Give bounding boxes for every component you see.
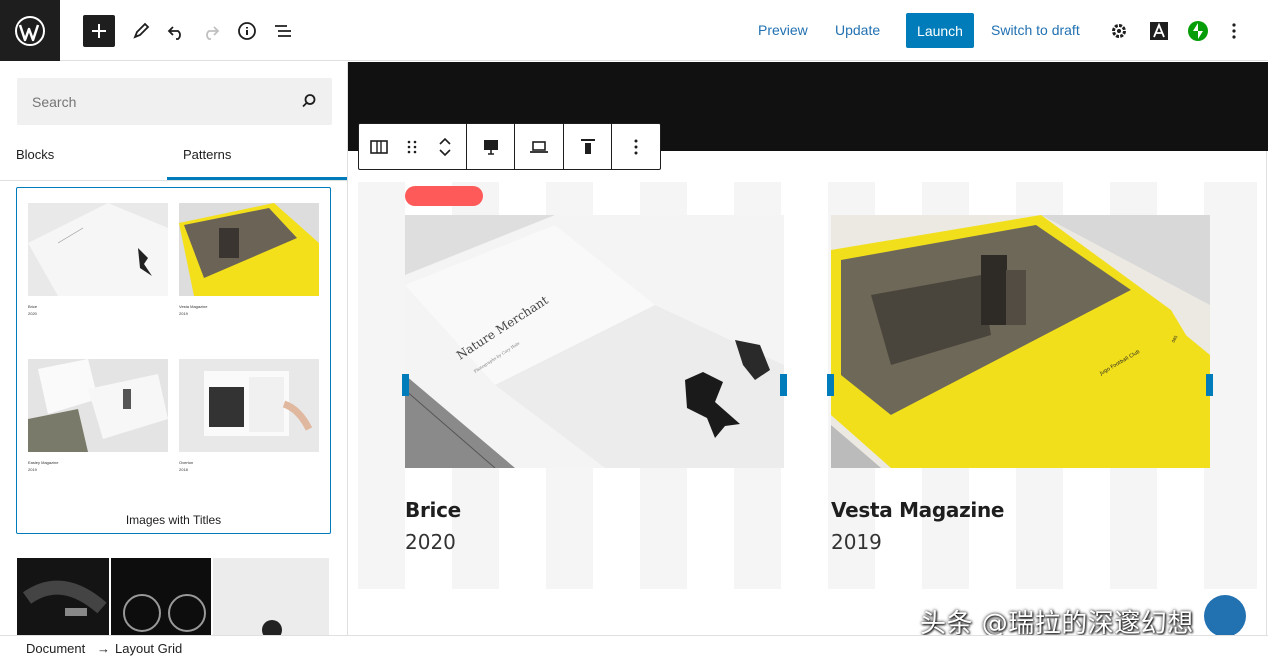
red-pill-badge [405,186,483,206]
resize-handle-left[interactable] [402,374,409,396]
add-block-icon[interactable] [83,15,115,47]
pattern-preview-next[interactable] [17,558,329,635]
pencil-icon[interactable] [125,15,157,47]
breadcrumb: Document → Layout Grid [0,635,1268,659]
launch-button[interactable]: Launch [906,13,974,48]
pattern-thumb-year: 2018 [179,467,188,472]
desktop-view-icon[interactable] [479,124,503,169]
list-view-icon[interactable] [267,15,299,47]
pattern-thumb-title: Easley Magazine [28,460,59,465]
resize-handle-right[interactable] [1206,374,1213,396]
more-vertical-icon[interactable] [1218,15,1250,47]
block-toolbar [358,123,661,170]
tab-divider [0,180,347,181]
laptop-view-icon[interactable] [527,124,551,169]
drag-handle-icon[interactable] [400,124,424,169]
grid-item-title[interactable]: Vesta Magazine [831,498,1004,522]
editor-top-bar: Preview Update Launch Switch to draft [0,0,1268,61]
pattern-images-with-titles[interactable]: Brice 2020 Vesta Magazine 2019 Easley Ma… [16,187,331,534]
preview-button[interactable]: Preview [758,22,808,38]
resize-handle-left[interactable] [827,374,834,396]
update-button[interactable]: Update [835,22,880,38]
gear-icon[interactable] [1103,15,1135,47]
pattern-title: Images with Titles [125,513,222,527]
resize-handle-right[interactable] [780,374,787,396]
typography-icon[interactable] [1143,15,1175,47]
pattern-thumb-image [179,359,319,452]
redo-icon[interactable] [195,15,227,47]
tab-patterns[interactable]: Patterns [167,147,347,181]
grid-item-image[interactable]: Jugo Football Club 085 [831,215,1210,468]
info-icon[interactable] [231,15,263,47]
block-inserter-panel: Blocks Patterns Brice 2020 Vesta Magazin… [0,62,348,635]
grid-item-year[interactable]: 2019 [831,530,882,554]
breadcrumb-document[interactable]: Document [26,641,85,656]
tab-blocks[interactable]: Blocks [16,147,54,181]
pattern-thumb-year: 2019 [28,467,37,472]
pattern-thumb-title: Vesta Magazine [179,304,208,309]
search-input[interactable] [17,78,297,125]
switch-to-draft-button[interactable]: Switch to draft [991,22,1080,38]
pattern-thumb-image [28,359,168,452]
pattern-thumb-title: Overton [179,460,194,465]
move-up-down-icon[interactable] [433,124,457,169]
pattern-thumb-year: 2020 [28,311,37,316]
breadcrumb-layout-grid[interactable]: Layout Grid [115,641,182,656]
editor-canvas: Nature Merchant Photographs by Cory Hale… [348,62,1268,635]
help-chat-button[interactable] [1204,595,1246,635]
jetpack-icon[interactable] [1182,15,1214,47]
undo-icon[interactable] [160,15,192,47]
search-icon [302,94,316,108]
grid-item-title[interactable]: Brice [405,498,461,522]
grid-item-year[interactable]: 2020 [405,530,456,554]
pattern-thumb-image [179,203,319,296]
breadcrumb-separator-icon: → [97,641,110,656]
pattern-thumb-image [28,203,168,296]
grid-item-image[interactable]: Nature Merchant Photographs by Cory Hale [405,215,784,468]
columns-icon[interactable] [367,124,391,169]
align-top-icon[interactable] [576,124,600,169]
grid-column-guide [358,182,405,589]
pattern-thumb-title: Brice [28,304,38,309]
search-field[interactable] [17,78,332,125]
more-options-icon[interactable] [624,124,648,169]
wordpress-logo-icon[interactable] [0,0,60,61]
pattern-thumb-year: 2019 [179,311,188,316]
